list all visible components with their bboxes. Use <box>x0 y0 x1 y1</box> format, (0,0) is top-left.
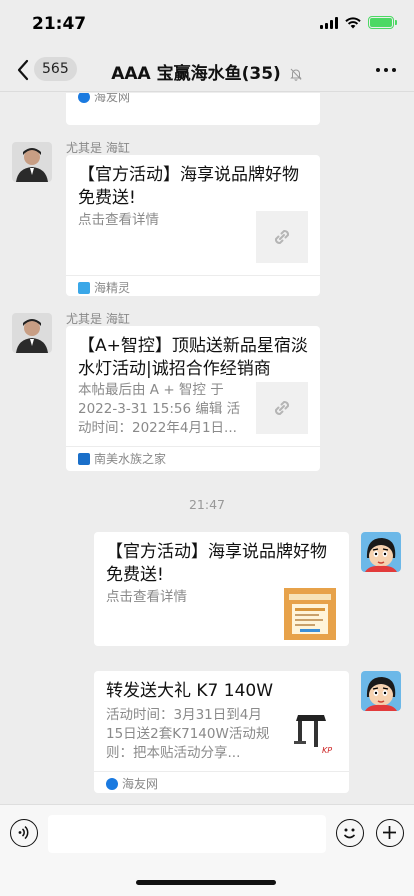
card-divider <box>94 771 349 772</box>
chat-title: AAA 宝赢海水鱼(35) <box>0 59 414 84</box>
card-description: 活动时间：3月31日到4月15日送2套K7140W活动规则：把本贴活动分享... <box>106 707 270 761</box>
card-source: 海友网 <box>106 775 158 792</box>
card-description: 点击查看详情 <box>106 589 187 605</box>
link-icon <box>256 382 308 434</box>
haiyou-logo-icon <box>106 777 118 790</box>
link-card-own[interactable]: 【官方活动】海享说品牌好物免费送! 点击查看详情 <box>94 532 349 646</box>
more-options-icon[interactable] <box>376 68 396 72</box>
card-divider <box>66 275 320 276</box>
wifi-icon <box>345 16 361 28</box>
message-input[interactable] <box>48 815 326 853</box>
nanmei-logo-icon <box>78 452 90 465</box>
link-card[interactable]: 【官方活动】海享说品牌好物免费送! 点击查看详情 海精灵 <box>66 155 320 296</box>
avatar[interactable] <box>12 142 52 182</box>
sender-name: 尤其是 海缸 <box>66 312 130 326</box>
message-timestamp: 21:47 <box>188 497 226 512</box>
status-icons <box>320 16 397 29</box>
card-title: 【官方活动】海享说品牌好物免费送! <box>106 542 327 585</box>
chat-title-text: AAA 宝赢海水鱼(35) <box>111 64 281 84</box>
lamp-product-image: KP <box>284 707 336 759</box>
chat-header: 565 AAA 宝赢海水鱼(35) <box>0 48 414 92</box>
link-card[interactable]: 【A+智控】顶贴送新品星宿淡水灯活动|诚招合作经销商 本帖最后由 A + 智控 … <box>66 326 320 471</box>
card-source-label: 南美水族之家 <box>94 452 167 466</box>
link-card-own[interactable]: 转发送大礼 K7 140W 活动时间：3月31日到4月15日送2套K7140W活… <box>94 671 349 793</box>
home-indicator <box>136 880 276 885</box>
card-source: 海精灵 <box>78 279 130 296</box>
link-card-partial[interactable]: 海友网 <box>66 93 320 125</box>
haijingling-logo-icon <box>78 281 90 294</box>
link-icon <box>256 211 308 263</box>
sender-name: 尤其是 海缸 <box>66 141 130 155</box>
mute-bell-icon <box>290 68 302 81</box>
plus-icon <box>383 826 396 839</box>
smile-icon <box>343 828 356 839</box>
my-avatar[interactable] <box>361 532 401 572</box>
card-divider <box>66 446 320 447</box>
svg-text:KP: KP <box>322 746 332 755</box>
more-functions-button[interactable] <box>376 819 404 847</box>
voice-input-button[interactable] <box>10 819 38 847</box>
card-source-label: 海精灵 <box>94 281 131 295</box>
poster-image <box>284 588 336 640</box>
status-time: 21:47 <box>32 14 87 34</box>
card-description: 本帖最后由 A + 智控 于 2022-3-31 15:56 编辑 活动时间：2… <box>78 382 241 436</box>
card-description: 点击查看详情 <box>78 212 159 228</box>
card-title: 【官方活动】海享说品牌好物免费送! <box>78 165 299 208</box>
voice-icon <box>18 825 29 840</box>
emoji-button[interactable] <box>336 819 364 847</box>
card-title: 转发送大礼 K7 140W <box>106 681 274 701</box>
card-source-label: 海友网 <box>94 93 131 104</box>
card-source-label: 海友网 <box>122 777 159 791</box>
cellular-signal-icon <box>320 16 338 29</box>
haiyou-logo-icon <box>78 93 90 103</box>
avatar[interactable] <box>12 313 52 353</box>
my-avatar[interactable] <box>361 671 401 711</box>
card-source: 南美水族之家 <box>78 450 166 467</box>
battery-icon <box>368 16 397 29</box>
message-list[interactable]: 海友网 尤其是 海缸 【官方活动】海享说品牌好物免费送! 点击查看详情 海精灵 <box>0 93 414 804</box>
status-bar: 21:47 <box>0 0 414 48</box>
card-title: 【A+智控】顶贴送新品星宿淡水灯活动|诚招合作经销商 <box>78 336 308 379</box>
card-source: 海友网 <box>78 93 130 105</box>
